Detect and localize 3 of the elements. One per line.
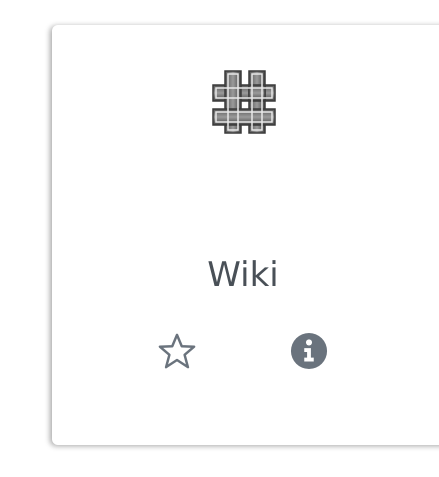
favorite-star-button[interactable] — [158, 332, 196, 370]
info-button[interactable] — [290, 332, 328, 370]
card-title: Wiki — [207, 255, 279, 296]
